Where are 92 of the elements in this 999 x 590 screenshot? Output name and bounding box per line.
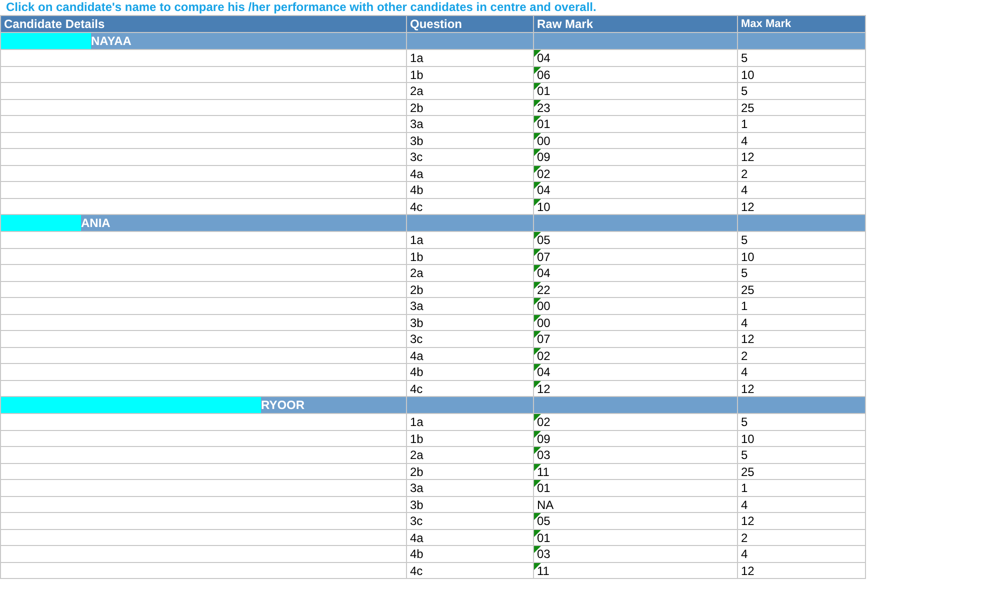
max-mark-cell: 12: [738, 148, 866, 165]
question-cell: 4a: [406, 165, 534, 182]
question-cell: 2b: [406, 463, 534, 480]
question-cell: 3b: [406, 496, 534, 512]
raw-mark-cell: 02: [534, 347, 738, 364]
max-mark-cell: 1: [738, 116, 866, 132]
raw-mark-cell: 01: [534, 529, 738, 546]
question-cell: 2b: [406, 281, 534, 298]
raw-mark-cell: 22: [534, 281, 738, 298]
raw-mark-cell: 00: [534, 314, 738, 330]
instruction-text: Click on candidate's name to compare his /her performance with other candidates in centre and overall.: [5, 0, 598, 15]
candidate-name[interactable]: NAYAA: [91, 34, 132, 48]
max-mark-cell: 4: [738, 132, 866, 148]
question-cell: 3c: [406, 330, 534, 347]
max-mark-cell: 1: [738, 298, 866, 314]
max-mark-cell: 2: [738, 347, 866, 364]
column-header: Candidate Details: [0, 16, 406, 32]
max-mark-cell: 5: [738, 264, 866, 281]
question-cell: 3b: [406, 132, 534, 148]
max-mark-cell: 4: [738, 314, 866, 330]
raw-mark-cell: 04: [534, 50, 738, 66]
column-header: Max Mark: [738, 16, 866, 32]
question-cell: 3c: [406, 512, 534, 529]
raw-mark-cell: 05: [534, 232, 738, 248]
max-mark-cell: 12: [738, 512, 866, 529]
question-cell: 1a: [406, 50, 534, 66]
raw-mark-cell: 04: [534, 364, 738, 380]
question-cell: 4c: [406, 562, 534, 578]
max-mark-cell: 4: [738, 546, 866, 562]
raw-mark-cell: 09: [534, 148, 738, 165]
raw-mark-cell: 03: [534, 546, 738, 562]
raw-mark-cell: 05: [534, 512, 738, 529]
max-mark-cell: 12: [738, 562, 866, 578]
question-cell: 2a: [406, 82, 534, 99]
raw-mark-cell: 00: [534, 298, 738, 314]
question-cell: 3a: [406, 298, 534, 314]
max-mark-cell: 5: [738, 414, 866, 430]
question-cell: 3a: [406, 480, 534, 496]
question-cell: 1a: [406, 232, 534, 248]
column-header: Question: [406, 16, 534, 32]
max-mark-cell: 4: [738, 364, 866, 380]
question-cell: 2a: [406, 264, 534, 281]
raw-mark-cell: 03: [534, 446, 738, 463]
raw-mark-cell: 11: [534, 463, 738, 480]
question-cell: 3a: [406, 116, 534, 132]
max-mark-cell: 4: [738, 182, 866, 198]
max-mark-cell: 5: [738, 232, 866, 248]
max-mark-cell: 4: [738, 496, 866, 512]
question-cell: 4b: [406, 364, 534, 380]
max-mark-cell: 25: [738, 281, 866, 298]
question-cell: 4b: [406, 546, 534, 562]
raw-mark-cell: 04: [534, 182, 738, 198]
max-mark-cell: 10: [738, 430, 866, 446]
raw-mark-cell: 01: [534, 480, 738, 496]
max-mark-cell: 5: [738, 446, 866, 463]
raw-mark-cell: 07: [534, 330, 738, 347]
max-mark-cell: 2: [738, 165, 866, 182]
max-mark-cell: 5: [738, 82, 866, 99]
raw-mark-cell: 01: [534, 82, 738, 99]
raw-mark-cell: 01: [534, 116, 738, 132]
question-cell: 3c: [406, 148, 534, 165]
question-cell: 4a: [406, 347, 534, 364]
raw-mark-cell: NA: [534, 496, 738, 512]
raw-mark-cell: 23: [534, 99, 738, 116]
max-mark-cell: 10: [738, 66, 866, 82]
max-mark-cell: 10: [738, 248, 866, 264]
max-mark-cell: 25: [738, 99, 866, 116]
question-cell: 3b: [406, 314, 534, 330]
question-cell: 1b: [406, 430, 534, 446]
raw-mark-cell: 07: [534, 248, 738, 264]
candidate-name[interactable]: ANIA: [81, 216, 110, 230]
raw-mark-cell: 09: [534, 430, 738, 446]
raw-mark-cell: 00: [534, 132, 738, 148]
max-mark-cell: 12: [738, 330, 866, 347]
max-mark-cell: 5: [738, 50, 866, 66]
question-cell: 2a: [406, 446, 534, 463]
max-mark-cell: 25: [738, 463, 866, 480]
candidate-name[interactable]: RYOOR: [261, 398, 305, 412]
max-mark-cell: 1: [738, 480, 866, 496]
raw-mark-cell: 06: [534, 66, 738, 82]
question-cell: 1a: [406, 414, 534, 430]
question-cell: 4a: [406, 529, 534, 546]
question-cell: 1b: [406, 66, 534, 82]
column-header: Raw Mark: [534, 16, 738, 32]
raw-mark-cell: 04: [534, 264, 738, 281]
question-cell: 4b: [406, 182, 534, 198]
raw-mark-cell: 02: [534, 165, 738, 182]
question-cell: 2b: [406, 99, 534, 116]
max-mark-cell: 2: [738, 529, 866, 546]
raw-mark-cell: 02: [534, 414, 738, 430]
raw-mark-cell: 11: [534, 562, 738, 578]
question-cell: 1b: [406, 248, 534, 264]
